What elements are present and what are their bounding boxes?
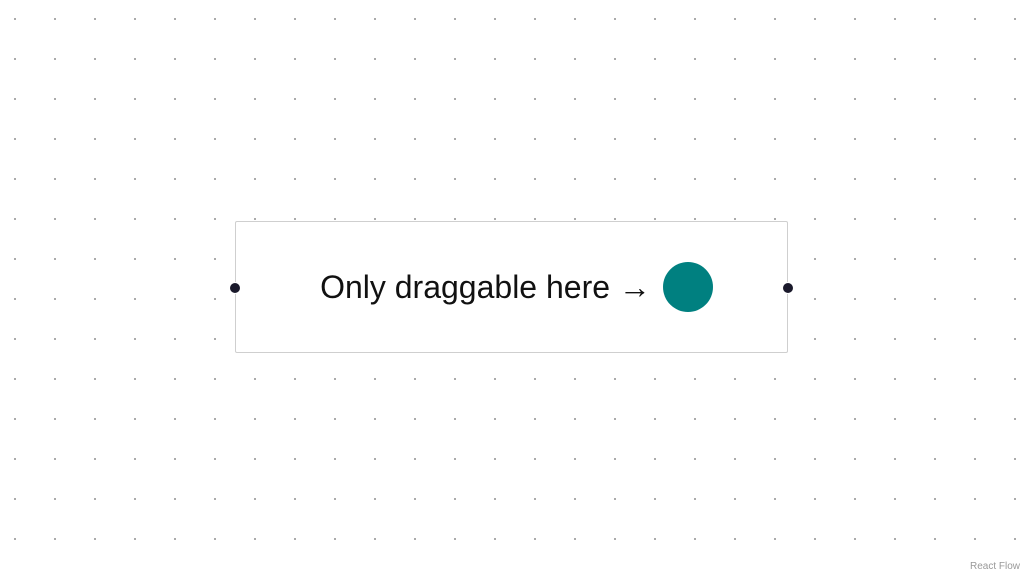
flow-canvas[interactable]: Only draggable here → React Flow xyxy=(0,0,1024,576)
source-handle[interactable] xyxy=(782,282,794,294)
node-content: Only draggable here → xyxy=(236,222,787,352)
drag-handle-circle[interactable] xyxy=(662,262,713,312)
custom-node[interactable]: Only draggable here → xyxy=(229,221,794,353)
react-flow-attribution[interactable]: React Flow xyxy=(968,559,1021,574)
node-label: Only draggable here → xyxy=(320,269,651,305)
